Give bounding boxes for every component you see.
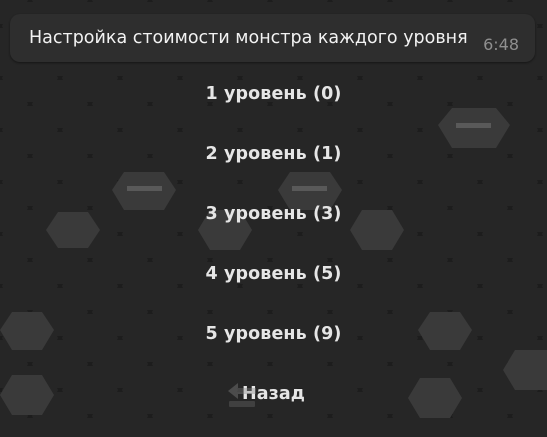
level-4-button[interactable]: 4 уровень (5): [0, 244, 547, 304]
message-timestamp: 6:48: [483, 35, 519, 54]
message-text: Настройка стоимости монстра каждого уров…: [29, 28, 468, 48]
back-arrow-icon: [228, 383, 256, 407]
back-button[interactable]: Назад: [0, 364, 547, 424]
level-3-button[interactable]: 3 уровень (3): [0, 184, 547, 244]
bot-message-bubble: Настройка стоимости монстра каждого уров…: [10, 14, 535, 62]
level-2-button[interactable]: 2 уровень (1): [0, 124, 547, 184]
level-5-button[interactable]: 5 уровень (9): [0, 304, 547, 364]
level-1-button[interactable]: 1 уровень (0): [0, 64, 547, 124]
inline-keyboard: 1 уровень (0) 2 уровень (1) 3 уровень (3…: [0, 64, 547, 424]
